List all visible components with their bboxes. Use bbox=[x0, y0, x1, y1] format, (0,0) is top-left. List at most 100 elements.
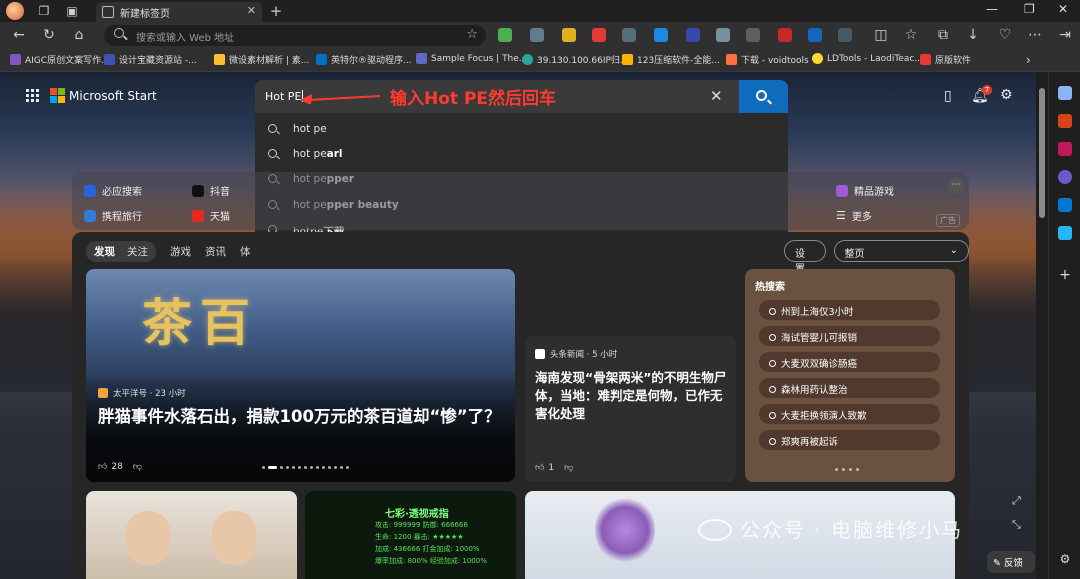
thumbs-down-icon[interactable]: 👎︎ bbox=[564, 463, 573, 473]
shopping-icon[interactable] bbox=[1058, 142, 1072, 156]
suggestion-item[interactable]: hot pe bbox=[255, 117, 788, 142]
outlook-icon[interactable] bbox=[1058, 198, 1072, 212]
new-tab-plus-icon[interactable]: + bbox=[268, 3, 284, 19]
extension-icon[interactable] bbox=[778, 28, 792, 42]
tab-new-tab[interactable]: 新建标签页 ✕ bbox=[96, 2, 262, 22]
tab-news[interactable]: 资讯 bbox=[205, 244, 226, 259]
downloads-icon[interactable]: ↓ bbox=[964, 26, 982, 44]
tab-discover[interactable]: 发现 bbox=[94, 244, 115, 259]
extension-icon[interactable] bbox=[746, 28, 760, 42]
quick-link-douyin[interactable]: 抖音 bbox=[192, 183, 230, 198]
extension-icon[interactable] bbox=[808, 28, 822, 42]
refresh-icon[interactable]: ↻ bbox=[40, 26, 58, 44]
feedback-button[interactable]: ✎ 反馈 bbox=[987, 551, 1035, 573]
settings-gear-icon[interactable]: ⚙ bbox=[1000, 87, 1013, 103]
feed-card-large[interactable]: 茶百 太平洋号 · 23 小时 胖猫事件水落石出，捐款100万元的茶百道却“惨”… bbox=[86, 269, 515, 482]
feed-card-small[interactable]: 头条新闻 · 5 小时 海南发现“骨架两米”的不明生物尸体，当地：难判定是何物，… bbox=[525, 336, 736, 482]
address-bar[interactable]: 搜索或输入 Web 地址 ☆ bbox=[104, 25, 486, 46]
extension-icon[interactable] bbox=[716, 28, 730, 42]
bookmark-item[interactable]: 下载 - voidtools bbox=[726, 53, 809, 66]
toolbar: ← ↻ ⌂ 搜索或输入 Web 地址 ☆ ◫ ☆ ⧉ ↓ ♡ ⋯ ⇥ bbox=[0, 22, 1080, 48]
vertical-tabs-icon[interactable]: ▣ bbox=[64, 3, 80, 19]
hot-search-item[interactable]: 大麦拒换领演人致歉 bbox=[759, 404, 940, 424]
hot-search-item[interactable]: 州到上海仅3小时 bbox=[759, 300, 940, 320]
story-headline[interactable]: 海南发现“骨架两米”的不明生物尸体，当地：难判定是何物，已作无害化处理 bbox=[535, 369, 730, 423]
close-window-icon[interactable]: ✕ bbox=[1058, 2, 1068, 16]
quick-link-games[interactable]: 精品游戏 bbox=[836, 183, 894, 198]
extension-icon[interactable] bbox=[530, 28, 544, 42]
feed-card-photo[interactable] bbox=[86, 491, 297, 579]
layout-select[interactable]: 整页 ⌄ bbox=[833, 240, 969, 262]
hot-search-item[interactable]: 大麦双双确诊肠癌 bbox=[759, 352, 940, 372]
quick-link-more[interactable]: ☰ 更多 bbox=[836, 208, 872, 223]
restore-icon[interactable]: ❐ bbox=[1024, 2, 1035, 16]
favorite-star-icon[interactable]: ☆ bbox=[466, 27, 478, 42]
bookmark-item[interactable]: 原版软件 bbox=[920, 53, 971, 66]
quick-link-ctrip[interactable]: 携程旅行 bbox=[84, 208, 142, 223]
bookmark-item[interactable]: 英特尔®驱动程序... bbox=[316, 53, 412, 66]
bookmark-item[interactable]: 39.130.100.66IP归... bbox=[522, 53, 629, 66]
thumbs-up-icon[interactable]: 👍︎ bbox=[535, 463, 544, 473]
gamepad-icon bbox=[836, 184, 848, 197]
feed-card-game-ad[interactable]: 七彩·透视戒指 攻击: 999999 防御: 666666 生命: 1200 暴… bbox=[305, 491, 516, 579]
extension-icon[interactable] bbox=[838, 28, 852, 42]
clear-search-icon[interactable]: ✕ bbox=[710, 87, 723, 105]
extension-icon[interactable] bbox=[654, 28, 668, 42]
bookmarks-overflow-icon[interactable]: › bbox=[1026, 53, 1031, 67]
suggestion-item[interactable]: hot pearl bbox=[255, 142, 788, 167]
thumbs-up-icon[interactable]: 👍︎ bbox=[98, 462, 107, 472]
carousel-dots[interactable] bbox=[262, 466, 349, 469]
quick-links-options-icon[interactable]: ⋯ bbox=[948, 178, 964, 194]
extension-icon[interactable] bbox=[562, 28, 576, 42]
thumbs-down-icon[interactable]: 👎︎ bbox=[133, 462, 142, 472]
extension-icon[interactable] bbox=[622, 28, 636, 42]
tools-icon[interactable] bbox=[1058, 114, 1072, 128]
add-sidebar-icon[interactable]: + bbox=[1058, 268, 1072, 282]
hot-search-item[interactable]: 森林用药认整治 bbox=[759, 378, 940, 398]
fullscreen-icon[interactable]: ⤡ bbox=[1012, 518, 1021, 532]
back-icon[interactable]: ← bbox=[10, 26, 28, 44]
sidebar-settings-icon[interactable]: ⚙ bbox=[1058, 552, 1072, 566]
app-launcher-icon[interactable] bbox=[26, 88, 40, 103]
phone-icon[interactable]: ▯ bbox=[944, 88, 952, 104]
search-button[interactable] bbox=[739, 80, 788, 113]
bookmark-item[interactable]: Sample Focus | The... bbox=[416, 53, 527, 64]
home-icon[interactable]: ⌂ bbox=[70, 26, 88, 44]
more-menu-icon[interactable]: ⋯ bbox=[1026, 26, 1044, 44]
feed-settings-button[interactable]: 设置 bbox=[784, 240, 826, 275]
extension-icon[interactable] bbox=[592, 28, 606, 42]
close-tab-icon[interactable]: ✕ bbox=[247, 4, 256, 17]
tab-sports[interactable]: 体 bbox=[240, 244, 251, 259]
story-headline[interactable]: 胖猫事件水落石出，捐款100万元的茶百道却“惨”了？ bbox=[98, 406, 503, 428]
extension-icon[interactable] bbox=[498, 28, 512, 42]
tab-games[interactable]: 游戏 bbox=[170, 244, 191, 259]
hot-search-item[interactable]: 海试管婴儿可报销 bbox=[759, 326, 940, 346]
publisher-logo-icon bbox=[98, 388, 108, 398]
bookmark-item[interactable]: AIGC原创文案写作... bbox=[10, 53, 110, 66]
search-sidebar-icon[interactable] bbox=[1058, 86, 1072, 100]
copilot-icon[interactable] bbox=[1058, 170, 1072, 184]
split-screen-icon[interactable]: ◫ bbox=[872, 26, 890, 44]
health-icon[interactable]: ♡ bbox=[996, 26, 1014, 44]
hot-search-item[interactable]: 郑爽再被起诉 bbox=[759, 430, 940, 450]
profile-avatar[interactable] bbox=[6, 2, 24, 20]
scrollbar-thumb[interactable] bbox=[1039, 88, 1045, 218]
workspaces-icon[interactable]: ❐ bbox=[36, 3, 52, 19]
quick-link-bing[interactable]: 必应搜索 bbox=[84, 183, 142, 198]
extension-icon[interactable] bbox=[686, 28, 700, 42]
bookmark-item[interactable]: 设计宝藏资源站 -... bbox=[104, 53, 197, 66]
quick-link-tmall[interactable]: 天猫 bbox=[192, 208, 230, 223]
bookmark-item[interactable]: LDTools - LaodiTeac... bbox=[812, 53, 923, 64]
minimize-icon[interactable]: — bbox=[986, 2, 998, 16]
collections-icon[interactable]: ⧉ bbox=[934, 26, 952, 44]
tab-following[interactable]: 关注 bbox=[127, 244, 148, 259]
sidebar-toggle-icon[interactable]: ⇥ bbox=[1056, 26, 1074, 44]
expand-icon[interactable]: ⤢ bbox=[1012, 494, 1021, 508]
send-icon[interactable] bbox=[1058, 226, 1072, 240]
search-input[interactable]: Hot PE bbox=[265, 90, 304, 103]
page-scrollbar[interactable] bbox=[1036, 72, 1048, 579]
bookmark-item[interactable]: 微设素材解析 | 素... bbox=[214, 53, 309, 66]
bookmark-item[interactable]: 123压缩软件-全能... bbox=[622, 53, 720, 66]
favorites-icon[interactable]: ☆ bbox=[902, 26, 920, 44]
carousel-dots[interactable] bbox=[835, 468, 859, 471]
